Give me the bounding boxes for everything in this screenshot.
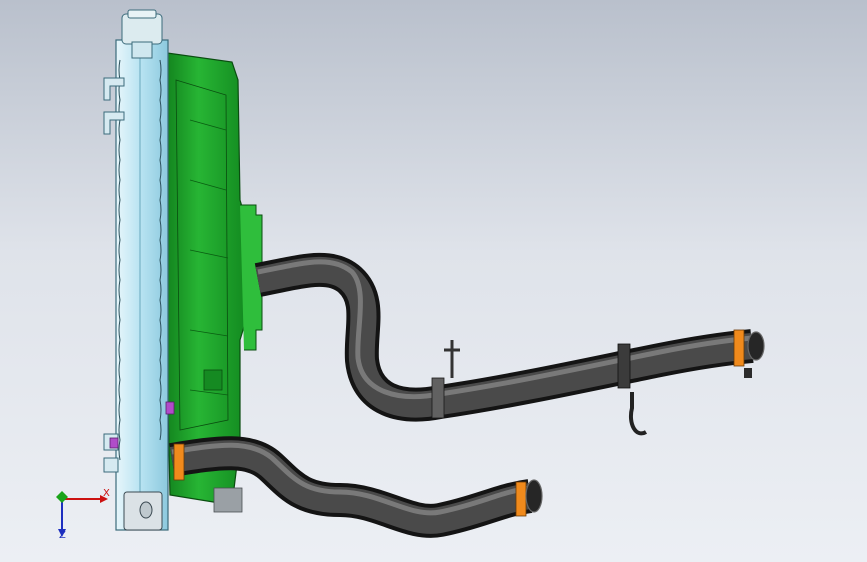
cad-graphics-viewport[interactable]: X Z [0,0,867,562]
coordinate-triad: X Z [50,485,120,545]
z-axis-label: Z [59,530,66,541]
x-axis-label: X [103,488,110,499]
radiator-assembly-model[interactable] [0,0,867,562]
radiator-core[interactable] [103,9,175,531]
lower-hose-clamp-radiator[interactable] [173,443,185,481]
upper-hose[interactable] [254,252,765,436]
lower-hose-clamp-end[interactable] [515,481,527,517]
